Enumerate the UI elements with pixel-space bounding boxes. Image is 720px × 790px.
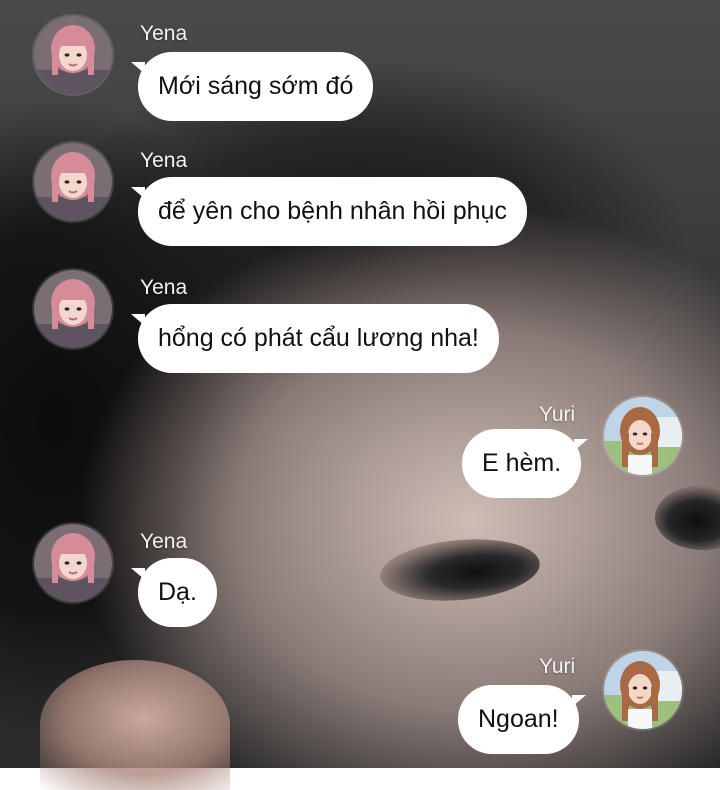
message-bubble[interactable]: E hèm. <box>462 429 589 498</box>
yuri-avatar-svg <box>604 397 682 475</box>
yuri-avatar-icon[interactable] <box>604 397 682 475</box>
chat-message-row: Yena để yên cho bệnh nhân hồi phục <box>0 127 720 246</box>
chat-message-row: Yuri Ngoan! <box>0 635 720 754</box>
yena-avatar-svg <box>34 270 112 348</box>
yena-avatar-svg <box>34 524 112 602</box>
sender-name: Yena <box>140 276 188 299</box>
sender-name: Yena <box>140 22 188 45</box>
message-bubble[interactable]: để yên cho bệnh nhân hồi phục <box>131 177 527 246</box>
sender-name: Yuri <box>539 403 576 426</box>
message-bubble[interactable]: hổng có phát cẩu lương nha! <box>131 304 499 373</box>
sender-name: Yena <box>140 530 188 553</box>
yena-avatar-icon[interactable] <box>34 524 112 602</box>
message-bubble[interactable]: Ngoan! <box>458 685 586 754</box>
sender-name: Yuri <box>539 655 576 678</box>
yena-avatar-icon[interactable] <box>34 143 112 221</box>
yuri-avatar-icon[interactable] <box>604 651 682 729</box>
yena-avatar-icon[interactable] <box>34 270 112 348</box>
message-bubble[interactable]: Dạ. <box>131 558 217 627</box>
chat-message-row: Yuri E hèm. <box>0 381 720 498</box>
message-bubble[interactable]: Mới sáng sớm đó <box>130 52 374 121</box>
sender-name: Yena <box>140 149 188 172</box>
yena-avatar-icon[interactable] <box>34 16 112 94</box>
yena-avatar-svg <box>34 143 112 221</box>
chat-message-row: Yena Dạ. <box>0 508 720 627</box>
yena-avatar-svg <box>34 16 112 94</box>
chat-message-row: Yena Mới sáng sớm đó <box>0 0 720 121</box>
chat-message-row: Yena hổng có phát cẩu lương nha! <box>0 254 720 373</box>
yuri-avatar-svg <box>604 651 682 729</box>
